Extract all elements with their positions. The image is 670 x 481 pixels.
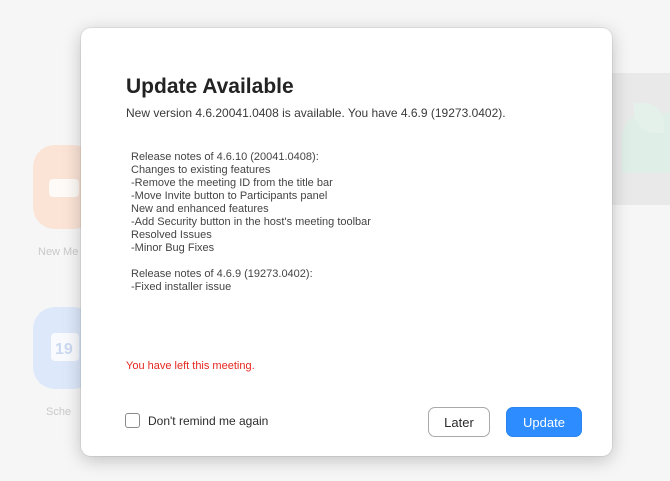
- release-note-line: -Minor Bug Fixes: [131, 242, 215, 254]
- release-note-line: -Add Security button in the host's meeti…: [131, 216, 371, 228]
- schedule-label: Sche: [46, 406, 72, 418]
- later-button[interactable]: Later: [428, 407, 490, 437]
- release-notes-spacer: [131, 255, 571, 268]
- dialog-title: Update Available: [126, 75, 294, 98]
- release-note-line: Release notes of 4.6.10 (20041.0408):: [131, 151, 319, 163]
- release-note-line: Resolved Issues: [131, 229, 212, 241]
- remind-checkbox[interactable]: [125, 413, 140, 428]
- release-note-line: -Fixed installer issue: [131, 281, 232, 293]
- background-illustration: [604, 73, 670, 205]
- version-info: New version 4.6.20041.0408 is available.…: [126, 106, 506, 120]
- video-camera-icon: [49, 179, 79, 197]
- release-note-line: Changes to existing features: [131, 164, 271, 176]
- release-note-line: Release notes of 4.6.9 (19273.0402):: [131, 268, 313, 280]
- release-notes: Release notes of 4.6.10 (20041.0408): Cha…: [131, 151, 571, 294]
- release-note-line: -Remove the meeting ID from the title ba…: [131, 177, 333, 189]
- release-note-line: New and enhanced features: [131, 203, 269, 215]
- calendar-icon: 19: [51, 333, 79, 361]
- release-note-line: -Move Invite button to Participants pane…: [131, 190, 328, 202]
- remind-checkbox-label: Don't remind me again: [148, 413, 269, 428]
- remind-checkbox-row[interactable]: Don't remind me again: [125, 413, 268, 428]
- new-meeting-label: New Me: [38, 246, 79, 258]
- calendar-day: 19: [55, 341, 73, 358]
- update-dialog: Update Available New version 4.6.20041.0…: [81, 28, 612, 456]
- update-button[interactable]: Update: [506, 407, 582, 437]
- status-message: You have left this meeting.: [126, 360, 255, 372]
